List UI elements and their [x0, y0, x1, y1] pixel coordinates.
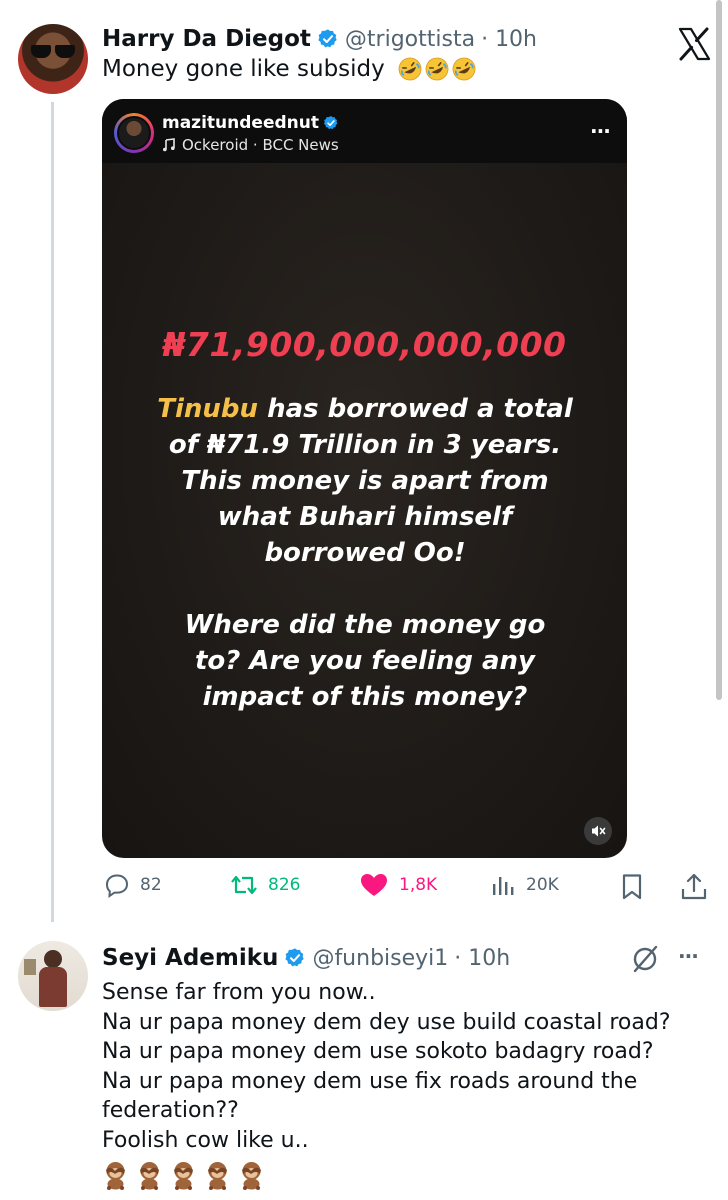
media-caption: Tinubu has borrowed a total of ₦71.9 Tri… — [120, 391, 610, 715]
author-handle[interactable]: @funbiseyi1 — [312, 946, 448, 971]
reply-line: Foolish cow like u.. — [102, 1127, 309, 1153]
verified-badge-icon — [318, 29, 337, 48]
caption-line: impact of this money? — [202, 682, 528, 712]
analytics-icon — [493, 877, 514, 895]
caption-line: what Buhari himself — [217, 502, 513, 532]
caption-line: borrowed Oo! — [264, 538, 466, 568]
laughing-emoji-icon — [425, 57, 449, 81]
media-sound: Ockeroid · BCC News — [162, 136, 339, 154]
monkey-emoji-icon — [140, 1162, 159, 1190]
monkey-emoji-icon — [242, 1162, 261, 1190]
share-icon[interactable] — [680, 872, 708, 902]
media-username-text: mazitundeednut — [162, 113, 319, 133]
media-header: mazitundeednut Ockeroid · BCC News ··· — [102, 99, 627, 163]
post-time[interactable]: · 10h — [454, 946, 510, 971]
grok-icon[interactable] — [630, 944, 660, 974]
bookmark-icon[interactable] — [620, 873, 644, 901]
repost-count: 826 — [268, 875, 301, 895]
reply-line: Sense far from you now.. — [102, 980, 376, 1005]
music-note-icon — [163, 138, 175, 152]
like-count: 1,8K — [399, 875, 438, 895]
avatar-background — [24, 959, 36, 975]
author-handle[interactable]: @trigottista — [345, 27, 475, 52]
caption-line: has borrowed a total — [258, 394, 573, 424]
monkey-emoji-row — [102, 1160, 265, 1190]
reply-text: Sense far from you now.. Na ur papa mone… — [102, 978, 671, 1155]
verified-badge-icon — [323, 116, 338, 130]
scrollbar[interactable] — [716, 0, 722, 700]
sunglasses-graphic — [31, 45, 75, 58]
repost-icon — [231, 875, 257, 895]
reply-icon — [105, 874, 129, 898]
media-sound-text: Ockeroid · BCC News — [182, 136, 339, 154]
caption-line: to? Are you feeling any — [194, 646, 535, 676]
more-options-icon[interactable]: ··· — [590, 119, 611, 143]
reply-count: 82 — [140, 875, 162, 895]
author-name[interactable]: Harry Da Diegot — [102, 26, 311, 52]
views-count: 20K — [526, 875, 559, 895]
amount-text: ₦71,900,000,000,000 — [162, 325, 567, 364]
avatar-head — [44, 950, 62, 968]
media-username: mazitundeednut — [162, 113, 339, 133]
laughing-emoji-icon — [452, 57, 476, 81]
caption-line: Where did the money go — [184, 610, 546, 640]
like-button[interactable]: 1,8K — [359, 872, 437, 898]
heart-icon — [361, 874, 387, 896]
reply-line: federation?? — [102, 1098, 239, 1123]
monkey-emoji-icon — [208, 1162, 227, 1190]
reply-line: Na ur papa money dem use sokoto badagry … — [102, 1039, 654, 1064]
post-actions: 82 826 1,8K 20K — [0, 872, 728, 902]
post-text: Money gone like subsidy — [102, 56, 476, 82]
thread-connector-line — [51, 102, 54, 922]
verified-badge-icon — [285, 948, 305, 967]
avatar[interactable] — [18, 24, 88, 94]
avatar-body — [39, 967, 67, 1007]
more-options-icon[interactable]: ··· — [678, 944, 699, 968]
caption-line: of ₦71.9 Trillion in 3 years. — [168, 430, 562, 460]
reply-header: Seyi Ademiku @funbiseyi1 · 10h — [102, 943, 510, 973]
post-time[interactable]: · 10h — [481, 27, 537, 52]
post-text-content: Money gone like subsidy — [102, 56, 385, 82]
media-avatar — [114, 113, 154, 153]
avatar[interactable] — [18, 941, 88, 1011]
reply-button[interactable]: 82 — [104, 872, 162, 898]
author-name[interactable]: Seyi Ademiku — [102, 945, 278, 971]
x-logo-icon[interactable] — [674, 24, 714, 64]
monkey-emoji-icon — [174, 1162, 193, 1190]
caption-line: This money is apart from — [181, 466, 549, 496]
highlight-word: Tinubu — [157, 394, 259, 424]
reply-line: Na ur papa money dem dey use build coast… — [102, 1009, 671, 1035]
views-button[interactable]: 20K — [490, 872, 559, 898]
repost-button[interactable]: 826 — [230, 872, 300, 898]
reply-line: Na ur papa money dem use fix roads aroun… — [102, 1068, 638, 1094]
mute-icon[interactable] — [584, 817, 612, 845]
monkey-emoji-icon — [106, 1162, 125, 1190]
laughing-emoji-icon — [398, 57, 422, 81]
post-header: Harry Da Diegot @trigottista · 10h — [102, 24, 537, 54]
video-media[interactable]: mazitundeednut Ockeroid · BCC News ··· ₦… — [102, 99, 627, 858]
